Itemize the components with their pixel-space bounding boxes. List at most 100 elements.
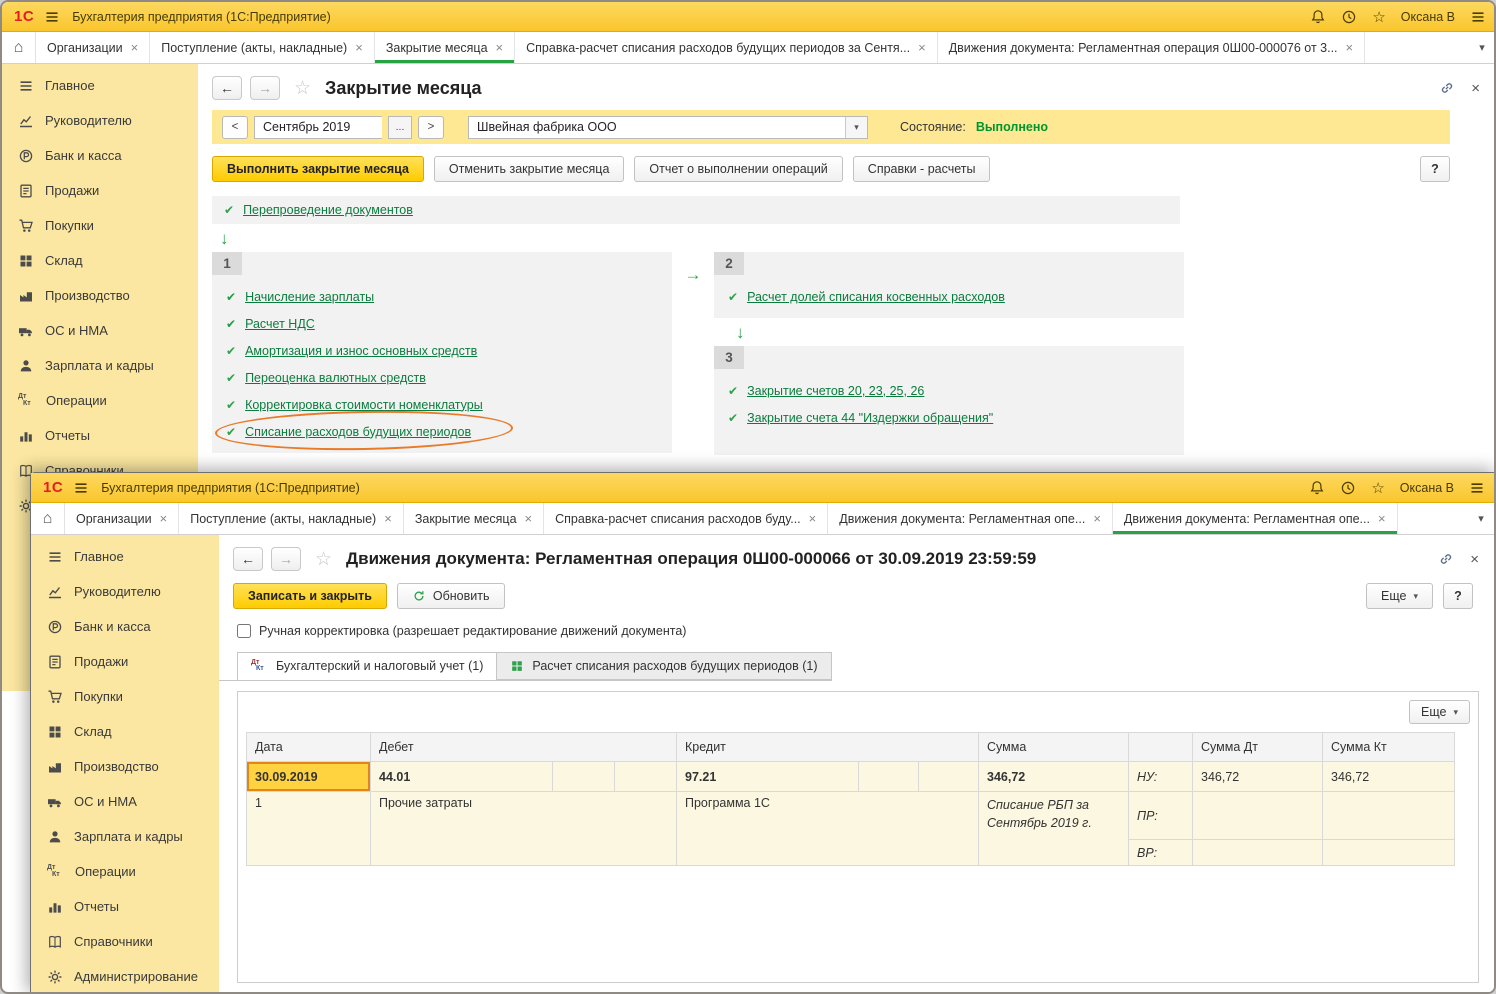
tab-document-movements-076[interactable]: Движения документа: Регламентная операци… (938, 32, 1366, 63)
notifications-bell-icon[interactable] (1309, 480, 1325, 496)
sidebar-item-manager[interactable]: Руководителю (2, 103, 198, 138)
close-accounts-20-23-25-26-link[interactable]: Закрытие счетов 20, 23, 25, 26 (747, 384, 924, 398)
tab-close-icon[interactable]: × (160, 511, 168, 526)
sidebar-item-sales[interactable]: Продажи (2, 173, 198, 208)
period-picker-button[interactable]: ... (388, 115, 412, 139)
tab-close-icon[interactable]: × (1378, 511, 1386, 526)
cost-adjustment-link[interactable]: Корректировка стоимости номенклатуры (245, 398, 483, 412)
history-clock-icon[interactable] (1341, 9, 1357, 25)
next-period-button[interactable]: > (418, 115, 444, 139)
nu-sum-dt-cell[interactable]: 346,72 (1192, 761, 1324, 792)
sidebar-item-bank-cash[interactable]: Банк и касса (2, 138, 198, 173)
tab-month-closing[interactable]: Закрытие месяца × (375, 32, 516, 63)
vat-calculation-link[interactable]: Расчет НДС (245, 317, 315, 331)
home-tab-button[interactable]: ⌂ (31, 503, 65, 534)
amount-cell[interactable]: 346,72 (978, 761, 1130, 792)
sidebar-item-main[interactable]: Главное (2, 68, 198, 103)
sidebar-item-main[interactable]: Главное (31, 539, 219, 574)
tab-close-icon[interactable]: × (384, 511, 392, 526)
run-month-closing-button[interactable]: Выполнить закрытие месяца (212, 156, 424, 182)
close-form-icon[interactable]: × (1471, 80, 1480, 97)
back-button[interactable]: ← (233, 547, 263, 571)
user-menu[interactable]: Оксана В (1401, 10, 1455, 24)
sidebar-item-warehouse[interactable]: Склад (2, 243, 198, 278)
credit-extra-cell[interactable] (917, 761, 980, 792)
column-header-date[interactable]: Дата (246, 732, 371, 762)
column-header-debit[interactable]: Дебет (370, 732, 677, 762)
date-cell-selected[interactable]: 30.09.2019 (246, 761, 371, 792)
favorites-star-icon[interactable]: ☆ (1372, 8, 1385, 26)
tab-close-icon[interactable]: × (525, 511, 533, 526)
sidebar-item-manager[interactable]: Руководителю (31, 574, 219, 609)
save-and-close-button[interactable]: Записать и закрыть (233, 583, 387, 609)
depreciation-link[interactable]: Амортизация и износ основных средств (245, 344, 477, 358)
sidebar-item-purchases[interactable]: Покупки (2, 208, 198, 243)
pr-sum-dt-cell[interactable] (1192, 791, 1324, 840)
column-header-amount[interactable]: Сумма (978, 732, 1130, 762)
sidebar-item-warehouse[interactable]: Склад (31, 714, 219, 749)
entry-comment-cell[interactable]: Списание РБП за Сентябрь 2019 г. (978, 791, 1130, 866)
tab-organizations[interactable]: Организации × (36, 32, 151, 63)
currency-revaluation-link[interactable]: Переоценка валютных средств (245, 371, 426, 385)
history-clock-icon[interactable] (1340, 480, 1356, 496)
forward-button[interactable]: → (250, 76, 280, 100)
vr-sum-dt-cell[interactable] (1192, 839, 1324, 866)
tab-close-icon[interactable]: × (496, 40, 504, 55)
sidebar-item-hr-payroll[interactable]: Зарплата и кадры (31, 819, 219, 854)
help-button[interactable]: ? (1443, 583, 1473, 609)
more-button[interactable]: Еще ▾ (1366, 583, 1433, 609)
debit-extra-cell[interactable] (614, 761, 677, 792)
tab-receipts[interactable]: Поступление (акты, накладные) × (179, 503, 404, 534)
user-menu[interactable]: Оксана В (1400, 481, 1454, 495)
refresh-button[interactable]: Обновить (396, 583, 505, 609)
operations-report-button[interactable]: Отчет о выполнении операций (634, 156, 843, 182)
tab-accounting-register[interactable]: Дт Кт Бухгалтерский и налоговый учет (1) (237, 652, 498, 680)
sidebar-item-operations[interactable]: Дт Кт Операции (2, 383, 198, 418)
grid-more-button[interactable]: Еще ▾ (1409, 700, 1470, 724)
notifications-bell-icon[interactable] (1310, 9, 1326, 25)
tab-close-icon[interactable]: × (809, 511, 817, 526)
home-tab-button[interactable]: ⌂ (2, 32, 36, 63)
sidebar-item-hr-payroll[interactable]: Зарплата и кадры (2, 348, 198, 383)
sidebar-item-production[interactable]: Производство (2, 278, 198, 313)
line-number-cell[interactable]: 1 (246, 791, 371, 866)
get-link-icon[interactable] (1438, 551, 1454, 567)
pr-label-cell[interactable]: ПР: (1128, 791, 1194, 840)
forward-button[interactable]: → (271, 547, 301, 571)
get-link-icon[interactable] (1439, 80, 1455, 96)
tab-close-icon[interactable]: × (1346, 40, 1354, 55)
debit-extra-cell[interactable] (552, 761, 615, 792)
reposting-documents-link[interactable]: Перепроведение документов (243, 203, 413, 217)
sidebar-item-bank-cash[interactable]: Банк и касса (31, 609, 219, 644)
back-button[interactable]: ← (212, 76, 242, 100)
tab-overflow-button[interactable]: ▾ (1465, 503, 1494, 534)
payroll-accrual-link[interactable]: Начисление зарплаты (245, 290, 374, 304)
tab-deferred-expenses-register[interactable]: Расчет списания расходов будущих периодо… (497, 652, 832, 680)
add-favorite-star-icon[interactable]: ☆ (294, 77, 311, 100)
tab-expense-writeoff-report[interactable]: Справка-расчет списания расходов буду...… (544, 503, 829, 534)
nu-sum-kt-cell[interactable]: 346,72 (1322, 761, 1456, 792)
sidebar-item-purchases[interactable]: Покупки (31, 679, 219, 714)
tab-month-closing[interactable]: Закрытие месяца × (404, 503, 545, 534)
debit-account-cell[interactable]: 44.01 (370, 761, 553, 792)
column-header-tax-kind[interactable] (1128, 732, 1194, 762)
dropdown-arrow-icon[interactable]: ▾ (845, 116, 867, 138)
deferred-expenses-writeoff-link[interactable]: Списание расходов будущих периодов (245, 425, 471, 439)
favorites-star-icon[interactable]: ☆ (1371, 479, 1384, 497)
sidebar-item-fixed-assets[interactable]: ОС и НМА (2, 313, 198, 348)
tab-close-icon[interactable]: × (1093, 511, 1101, 526)
sidebar-item-reports[interactable]: Отчеты (2, 418, 198, 453)
indirect-expenses-share-link[interactable]: Расчет долей списания косвенных расходов (747, 290, 1005, 304)
tab-close-icon[interactable]: × (355, 40, 363, 55)
previous-period-button[interactable]: < (222, 115, 248, 139)
tab-document-movements-2[interactable]: Движения документа: Регламентная опе... × (1113, 503, 1398, 534)
credit-extra-cell[interactable] (858, 761, 919, 792)
sidebar-item-operations[interactable]: Дт Кт Операции (31, 854, 219, 889)
tab-close-icon[interactable]: × (131, 40, 139, 55)
sidebar-item-production[interactable]: Производство (31, 749, 219, 784)
period-field[interactable]: Сентябрь 2019 (254, 115, 382, 139)
service-menu-icon[interactable] (1470, 9, 1486, 25)
column-header-sum-dt[interactable]: Сумма Дт (1192, 732, 1324, 762)
vr-label-cell[interactable]: ВР: (1128, 839, 1194, 866)
sidebar-item-fixed-assets[interactable]: ОС и НМА (31, 784, 219, 819)
